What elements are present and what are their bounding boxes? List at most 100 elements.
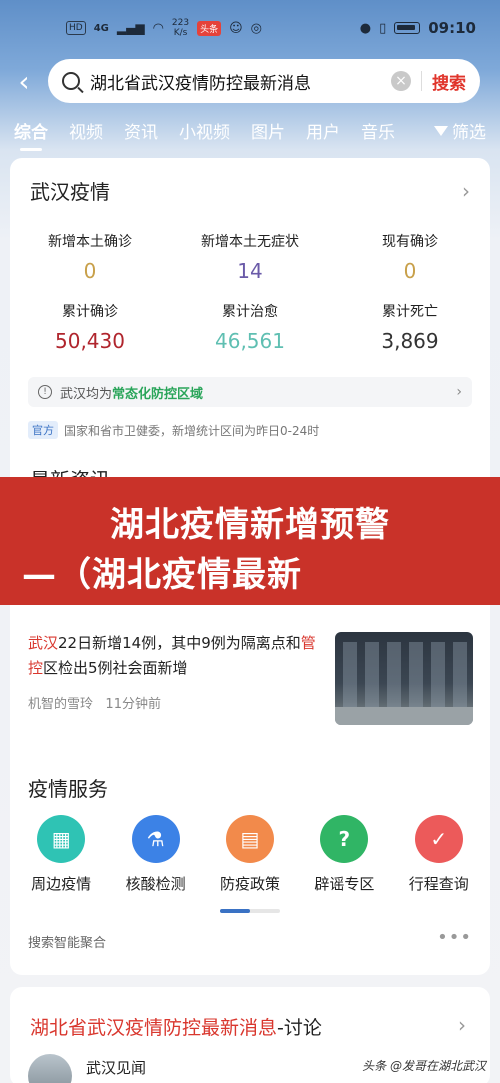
battery-icon (394, 22, 421, 34)
stat-total-deaths: 累计死亡 3,869 (330, 301, 490, 353)
service-nucleic-test[interactable]: ⚗ 核酸检测 (111, 815, 201, 894)
data-source: 官方 国家和省市卫健委，新增统计区间为昨日0-24时 (28, 421, 472, 439)
headline-banner: 湖北疫情新增预警 —（湖北疫情最新 (0, 477, 500, 605)
watermark: 头条 @发哥在湖北武汉 (358, 1057, 490, 1074)
alarm-icon: ● (359, 20, 372, 36)
question-icon: ? (320, 815, 369, 863)
service-nearby-epidemic[interactable]: ▦ 周边疫情 (16, 815, 106, 894)
service-label: 辟谣专区 (314, 875, 375, 893)
tab-short-video[interactable]: 小视频 (179, 118, 230, 143)
filter-label: 筛选 (452, 123, 486, 143)
chevron-right-icon: › (458, 1013, 466, 1037)
stat-label: 新增本土确诊 (48, 234, 132, 250)
vibrate-icon: ▯ (379, 20, 387, 36)
network-speed: 223 K/s (172, 18, 189, 38)
discussion-title-highlight: 湖北省武汉疫情防控最新消息 (30, 1017, 278, 1039)
official-badge: 官方 (28, 421, 58, 439)
service-prevention-policy[interactable]: ▤ 防疫政策 (205, 815, 295, 894)
wifi-icon: ◠ (152, 20, 164, 36)
back-arrow-icon: ‹ (18, 64, 30, 98)
speed-unit: K/s (173, 28, 188, 38)
stat-new-local-confirmed: 新增本土确诊 0 (10, 231, 170, 283)
speed-value: 223 (171, 18, 190, 28)
stat-value: 0 (83, 259, 97, 283)
news-item[interactable]: 武汉22日新增14例，其中9例为隔离点和管控区检出5例社会面新增 机智的雪玲 1… (10, 605, 490, 735)
notice-highlight: 常态化防控区域 (112, 386, 204, 402)
app-notification-badge: 头条 (197, 20, 222, 36)
tab-users[interactable]: 用户 (306, 118, 340, 143)
news-headline: 武汉22日新增14例，其中9例为隔离点和管控区检出5例社会面新增 (28, 631, 318, 681)
service-itinerary-check[interactable]: ✓ 行程查询 (394, 815, 484, 894)
search-bar: ‹ 湖北省武汉疫情防控最新消息 × 搜索 (0, 58, 500, 104)
tab-news[interactable]: 资讯 (124, 118, 158, 143)
search-input[interactable]: 湖北省武汉疫情防控最新消息 × 搜索 (48, 59, 480, 103)
tab-music[interactable]: 音乐 (361, 118, 395, 143)
risk-area-notice[interactable]: ! 武汉均为 常态化防控区域 › (28, 377, 472, 407)
status-bar: HD 4G ▂▄▆ ◠ 223 K/s 头条 ☺ ◎ ● ▯ 09:10 (0, 0, 500, 56)
stat-value: 46,561 (215, 329, 285, 353)
stat-value: 14 (237, 259, 263, 283)
more-icon[interactable]: ••• (437, 927, 472, 948)
stat-value: 50,430 (55, 329, 125, 353)
policy-icon: ▤ (225, 815, 274, 863)
news-meta: 机智的雪玲 11分钟前 (28, 693, 161, 712)
chevron-right-icon: › (462, 178, 470, 203)
chevron-right-icon: › (456, 384, 462, 400)
stat-total-cured: 累计治愈 46,561 (170, 301, 330, 353)
building-icon: ▦ (37, 815, 86, 863)
avatar[interactable] (28, 1054, 72, 1083)
headline-text: 22日新增14例，其中9例为隔离点和 (58, 634, 301, 652)
service-label: 核酸检测 (125, 875, 186, 893)
chat-icon: ☺ (229, 20, 243, 36)
info-icon: ! (38, 385, 52, 399)
stat-label: 累计确诊 (62, 304, 118, 320)
back-button[interactable]: ‹ (0, 58, 48, 104)
search-query[interactable]: 湖北省武汉疫情防控最新消息 (90, 69, 381, 94)
tab-comprehensive[interactable]: 综合 (14, 118, 48, 143)
service-label: 行程查询 (408, 875, 469, 893)
stat-label: 现有确诊 (382, 234, 438, 250)
stat-value: 0 (403, 259, 417, 283)
stat-new-local-asymptomatic: 新增本土无症状 14 (170, 231, 330, 283)
services-row: ▦ 周边疫情 ⚗ 核酸检测 ▤ 防疫政策 ? 辟谣专区 ✓ 行程查询 (10, 815, 490, 894)
epidemic-title: 武汉疫情 (30, 180, 110, 204)
divider (421, 71, 422, 91)
notice-prefix: 武汉均为 (60, 386, 113, 402)
epidemic-header[interactable]: 武汉疫情 › (10, 158, 490, 205)
signal-indicator: 4G (93, 22, 109, 34)
clear-icon[interactable]: × (391, 71, 411, 91)
services-title: 疫情服务 (28, 777, 108, 801)
tab-images[interactable]: 图片 (251, 118, 285, 143)
services-pager (220, 909, 280, 913)
category-tabs: 综合 视频 资讯 小视频 图片 用户 音乐 筛选 (0, 110, 500, 150)
stat-total-confirmed: 累计确诊 50,430 (10, 301, 170, 353)
headline-highlight: 武汉 (28, 634, 59, 652)
filter-button[interactable]: 筛选 (434, 118, 486, 143)
banner-line-1: 湖北疫情新增预警 (110, 505, 390, 545)
signal-bars-icon: ▂▄▆ (116, 21, 145, 35)
stat-label: 累计死亡 (382, 304, 438, 320)
discussion-title-suffix: -讨论 (277, 1017, 322, 1039)
headline-text: 区检出5例社会面新增 (43, 659, 188, 677)
service-label: 周边疫情 (31, 875, 92, 893)
source-text: 国家和省市卫健委，新增统计区间为昨日0-24时 (64, 423, 320, 438)
banner-line-2: —（湖北疫情最新 (22, 555, 302, 595)
hd-indicator: HD (66, 21, 86, 35)
discussion-title: 湖北省武汉疫情防控最新消息-讨论 (30, 1013, 322, 1040)
flask-icon: ⚗ (131, 815, 180, 863)
stat-label: 累计治愈 (222, 304, 278, 320)
stat-current-confirmed: 现有确诊 0 (330, 231, 490, 283)
bulb-icon: ◎ (250, 20, 263, 36)
tab-video[interactable]: 视频 (69, 118, 103, 143)
itinerary-icon: ✓ (414, 815, 463, 863)
news-author: 机智的雪玲 (28, 697, 94, 712)
news-time: 11分钟前 (105, 697, 161, 712)
stat-label: 新增本土无症状 (201, 234, 299, 250)
discussion-author[interactable]: 武汉见闻 (86, 1057, 146, 1078)
news-thumbnail (335, 632, 473, 725)
service-label: 防疫政策 (219, 875, 280, 893)
stat-value: 3,869 (381, 329, 439, 353)
search-icon (62, 72, 80, 90)
service-rumor-debunk[interactable]: ? 辟谣专区 (299, 815, 389, 894)
search-button[interactable]: 搜索 (432, 69, 466, 94)
